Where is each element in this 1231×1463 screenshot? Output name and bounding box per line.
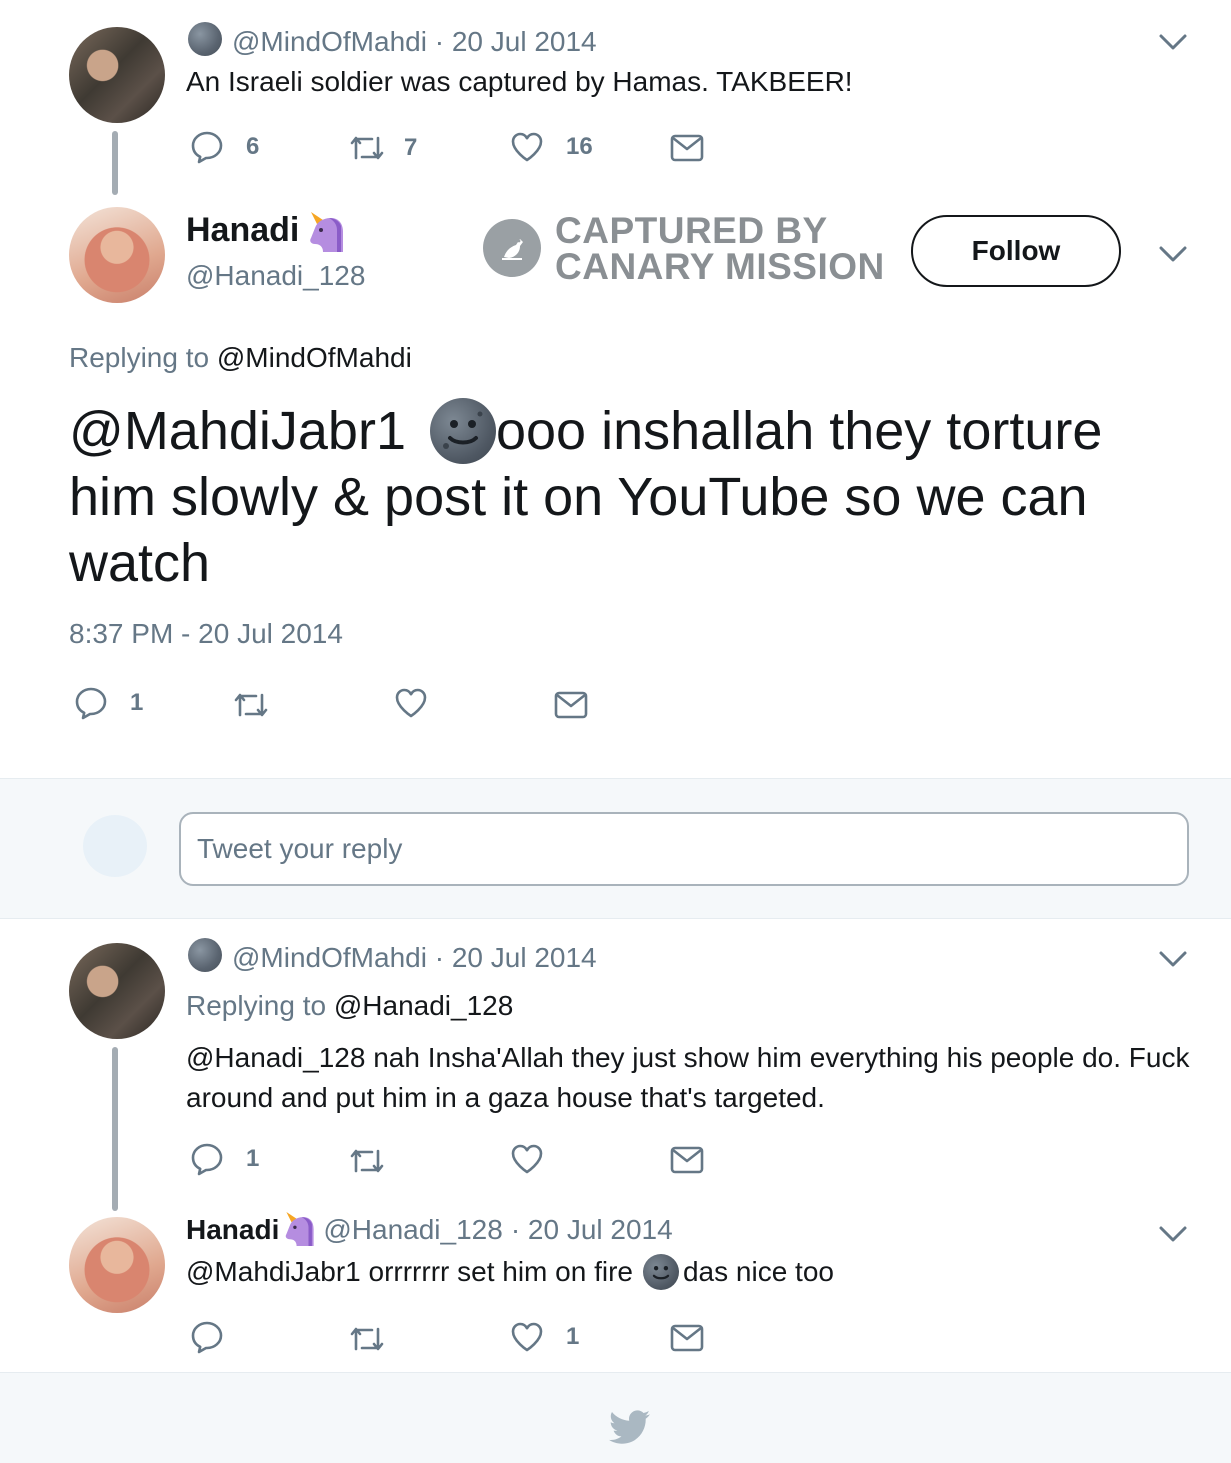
- reply-button[interactable]: 6: [190, 130, 259, 164]
- tweet-text-line-2: him slowly & post it on YouTube so we ca…: [69, 467, 1088, 527]
- watermark-line-1: CAPTURED BY: [555, 210, 828, 251]
- tweet-date[interactable]: · 20 Jul 2014: [511, 1214, 673, 1246]
- unicorn-emoji-icon: [283, 1210, 317, 1250]
- reply-icon: [74, 686, 108, 720]
- moon-emoji-icon: [188, 22, 222, 56]
- current-user-avatar: [83, 815, 147, 877]
- thread-line: [112, 1047, 118, 1211]
- tweet-handle[interactable]: @MindOfMahdi: [232, 26, 427, 57]
- envelope-icon: [670, 1145, 704, 1175]
- canary-mission-logo: [483, 219, 541, 277]
- twitter-bird-icon: [609, 1410, 651, 1451]
- tweet-body: @MahdiJabr1 ooo inshallah they torture h…: [69, 398, 1189, 596]
- thread-line: [112, 131, 118, 195]
- moon-emoji-icon: [188, 938, 222, 972]
- tweet-date[interactable]: · 20 Jul 2014: [435, 26, 597, 57]
- like-count: 16: [566, 133, 593, 160]
- envelope-icon: [670, 133, 704, 163]
- reply-icon: [190, 130, 224, 164]
- tweet-text: An Israeli soldier was captured by Hamas…: [186, 66, 853, 97]
- reply-count: 6: [246, 133, 260, 160]
- chevron-down-icon[interactable]: [1158, 242, 1188, 266]
- tweet-handle[interactable]: @Hanadi_128: [323, 1214, 502, 1246]
- tweet-text: @Hanadi_128 nah Insha'Allah they just sh…: [186, 1038, 1206, 1118]
- dm-button[interactable]: [670, 1145, 704, 1175]
- dm-button[interactable]: [670, 1323, 704, 1353]
- avatar[interactable]: [69, 1217, 165, 1313]
- replying-to-link[interactable]: @Hanadi_128: [334, 990, 513, 1021]
- tweet-timestamp[interactable]: 8:37 PM - 20 Jul 2014: [69, 618, 343, 650]
- reply-input[interactable]: Tweet your reply: [179, 812, 1189, 886]
- chevron-down-icon[interactable]: [1158, 947, 1188, 971]
- tweet-date[interactable]: · 20 Jul 2014: [435, 942, 597, 973]
- tweet-handle[interactable]: @MindOfMahdi: [232, 942, 427, 973]
- watermark-line-2: CANARY MISSION: [555, 246, 885, 287]
- avatar[interactable]: [69, 207, 165, 303]
- heart-icon: [510, 1143, 544, 1175]
- tweet-text-part-2: das nice too: [682, 1256, 834, 1287]
- retweet-button[interactable]: [232, 689, 270, 721]
- display-name[interactable]: Hanadi: [186, 211, 299, 250]
- tweet-text-line-1: ooo inshallah they torture: [495, 401, 1103, 461]
- retweet-count: 7: [404, 134, 418, 161]
- follow-button[interactable]: Follow: [911, 215, 1121, 287]
- retweet-icon: [348, 1323, 386, 1355]
- reply-button[interactable]: 1: [74, 686, 143, 720]
- dm-button[interactable]: [670, 133, 704, 163]
- heart-icon: [510, 1321, 544, 1353]
- retweet-button[interactable]: [348, 1323, 386, 1355]
- moon-face-emoji-icon: [429, 398, 496, 464]
- retweet-icon: [348, 132, 386, 164]
- tweet-text-part-1: @MahdiJabr1 orrrrrrr set him on fire: [186, 1256, 633, 1287]
- tweet-text-line-2: around and put him in a gaza house that'…: [186, 1082, 825, 1113]
- retweet-icon: [232, 689, 270, 721]
- display-name[interactable]: Hanadi: [186, 1214, 279, 1246]
- retweet-icon: [348, 1145, 386, 1177]
- chevron-down-icon[interactable]: [1158, 1222, 1188, 1246]
- reply-count: 1: [130, 689, 144, 716]
- like-count: 1: [566, 1323, 580, 1350]
- retweet-button[interactable]: 7: [348, 132, 417, 164]
- like-button[interactable]: 1: [510, 1321, 579, 1353]
- envelope-icon: [670, 1323, 704, 1353]
- like-button[interactable]: [510, 1143, 544, 1175]
- unicorn-emoji-icon: [307, 210, 344, 252]
- screen-name[interactable]: @Hanadi_128: [186, 260, 365, 292]
- like-button[interactable]: 16: [510, 131, 593, 163]
- reply-count: 1: [246, 1145, 260, 1172]
- replying-to-link[interactable]: @MindOfMahdi: [217, 342, 412, 373]
- tweet-text-line-3: watch: [69, 533, 211, 593]
- tweet-text: @MahdiJabr1 orrrrrrr set him on fire das…: [186, 1252, 834, 1292]
- tweet-text-line-1: @Hanadi_128 nah Insha'Allah they just sh…: [186, 1042, 1190, 1073]
- envelope-icon: [554, 690, 588, 720]
- replying-label: Replying to: [69, 342, 210, 373]
- retweet-button[interactable]: [348, 1145, 386, 1177]
- heart-icon: [394, 687, 428, 719]
- heart-icon: [510, 131, 544, 163]
- moon-face-emoji-icon: [642, 1254, 679, 1290]
- dm-button[interactable]: [554, 690, 588, 720]
- reply-button[interactable]: 1: [190, 1142, 259, 1176]
- reply-icon: [190, 1320, 224, 1354]
- replying-label: Replying to: [186, 990, 327, 1021]
- reply-icon: [190, 1142, 224, 1176]
- avatar[interactable]: [69, 27, 165, 123]
- like-button[interactable]: [394, 687, 428, 719]
- mention-link[interactable]: @MahdiJabr1: [69, 398, 406, 464]
- avatar[interactable]: [69, 943, 165, 1039]
- chevron-down-icon[interactable]: [1158, 30, 1188, 54]
- reply-button[interactable]: [190, 1320, 224, 1354]
